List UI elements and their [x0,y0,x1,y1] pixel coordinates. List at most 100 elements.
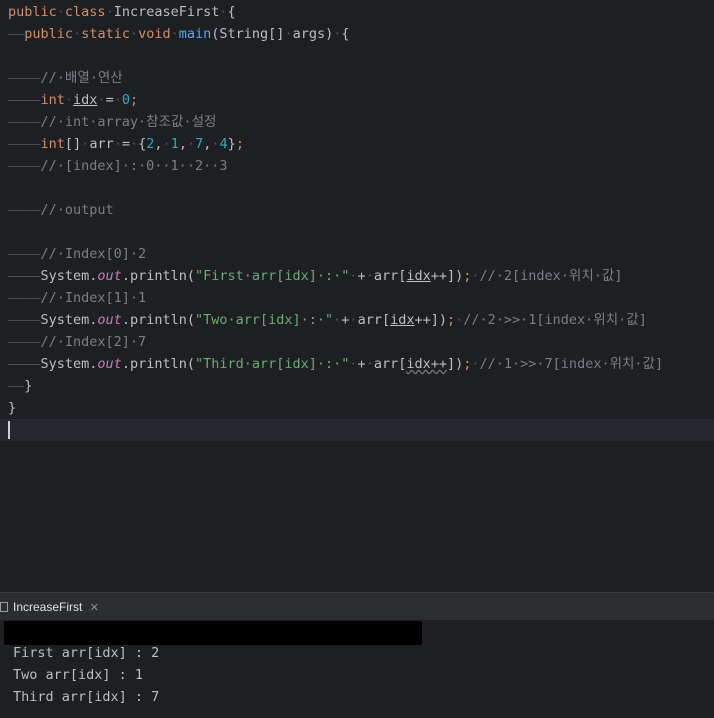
code-token: "Two·arr[idx]·:·" [194,312,334,328]
code-token: —— [8,26,25,42]
code-token: int [40,136,65,152]
code-line[interactable]: } [8,397,16,419]
code-line[interactable]: ————System.out.println("Two·arr[idx]·:·"… [8,309,647,331]
code-token: · [365,356,374,372]
code-comment: //·배열·연산 [40,70,123,86]
code-token: + [357,356,366,372]
code-token: out [97,356,122,372]
code-line[interactable]: ————//·Index[2]·7 [8,331,146,353]
code-token: .println( [121,268,195,284]
code-token: out [97,312,122,328]
code-token: IncreaseFirst [113,4,220,20]
code-token: { [341,26,350,42]
code-token: class [64,4,106,20]
code-token: idx [73,92,98,108]
code-token: ———— [8,246,41,262]
code-token: · [129,136,139,152]
code-token: idx [406,268,431,284]
code-token: "Third·arr[idx]·:·" [194,356,350,372]
code-token: ++]) [414,312,447,328]
code-token: , [154,136,163,152]
run-tab-label: IncreaseFirst [13,600,83,614]
code-token: = [105,92,114,108]
console-output-line: Third arr[idx] : 7 [13,689,160,705]
code-token: ; [235,136,244,152]
code-token: ; [130,92,139,108]
code-token: + [357,268,366,284]
code-line[interactable]: public·class·IncreaseFirst·{ [8,1,236,23]
code-line[interactable]: ————//·배열·연산 [8,67,123,89]
code-comment: //·int·array·참조값·설정 [40,114,217,130]
code-token: · [97,92,106,108]
code-token: public [24,26,74,42]
code-token: ———— [8,268,41,284]
code-token: (String[] [211,26,285,42]
close-icon[interactable]: ✕ [90,602,99,614]
code-token: "First·arr[idx]·:·" [194,268,350,284]
code-token: · [349,356,358,372]
code-line[interactable]: ————//·Index[1]·1 [8,287,146,309]
code-token: int [40,92,65,108]
code-line[interactable]: ————//·output [8,199,114,221]
code-comment: //·Index[1]·1 [40,290,147,306]
code-token: } [8,400,17,416]
code-token: { [227,4,236,20]
code-token: · [73,26,82,42]
code-token: System. [40,356,98,372]
code-line[interactable]: ——public·static·void·main(String[]·args)… [8,23,350,45]
code-line[interactable]: ————//·Index[0]·2 [8,243,146,265]
code-line[interactable]: ————System.out.println("First·arr[idx]·:… [8,265,622,287]
code-token: ———— [8,312,41,328]
code-token: System. [40,312,98,328]
code-token: public [8,4,57,20]
code-line[interactable]: ————System.out.println("Third·arr[idx]·:… [8,353,663,375]
console-output-line: Two arr[idx] : 1 [13,667,144,683]
code-token: ———— [8,70,41,86]
code-token: idx [390,312,415,328]
code-token: main [178,26,212,42]
code-line[interactable]: ————//·int·array·참조값·설정 [8,111,216,133]
code-comment: //·[index]·:·0··1··2··3 [40,158,228,174]
code-comment: //·2·>>·1[index·위치·값] [463,312,647,328]
code-token: · [284,26,293,42]
code-token: · [129,26,139,42]
code-token: args) [292,26,334,42]
code-comment: //·2[index·위치·값] [479,268,623,284]
code-token: .println( [121,312,195,328]
code-token: ———— [8,92,41,108]
code-token: · [113,136,122,152]
code-comment: //·Index[2]·7 [40,334,147,350]
code-token: · [170,26,179,42]
code-line[interactable]: ————int[]·arr·=·{2,·1,·7,·4}; [8,133,244,155]
code-token: [] [64,136,82,152]
code-token: · [365,268,374,284]
code-token: —— [8,378,25,394]
code-token: · [349,268,358,284]
code-token: ———— [8,136,41,152]
code-token: void [138,26,171,42]
code-token: } [227,136,236,152]
code-token: 4 [219,136,228,152]
code-token: ++]) [430,268,464,284]
code-token: · [113,92,122,108]
code-line[interactable]: ——} [8,375,32,397]
code-token: ———— [8,114,41,130]
code-token: System. [40,268,98,284]
code-token: = [121,136,130,152]
code-comment: //·output [40,202,114,218]
code-token: ———— [8,334,41,350]
code-line[interactable]: ————int·idx·=·0; [8,89,138,111]
code-token: ———— [8,158,41,174]
code-token: · [162,136,171,152]
code-editor[interactable]: public·class·IncreaseFirst·{——public·sta… [0,0,714,592]
run-config-icon [0,602,8,612]
code-token: static [81,26,130,42]
text-caret [8,421,10,439]
tab-run-increasefirst[interactable]: IncreaseFirst ✕ [0,597,99,617]
code-token: } [24,378,33,394]
code-token: 0 [121,92,130,108]
code-token: ]) [446,356,464,372]
code-line[interactable]: ————//·[index]·:·0··1··2··3 [8,155,227,177]
code-token: · [471,268,480,284]
code-token: ———— [8,202,41,218]
